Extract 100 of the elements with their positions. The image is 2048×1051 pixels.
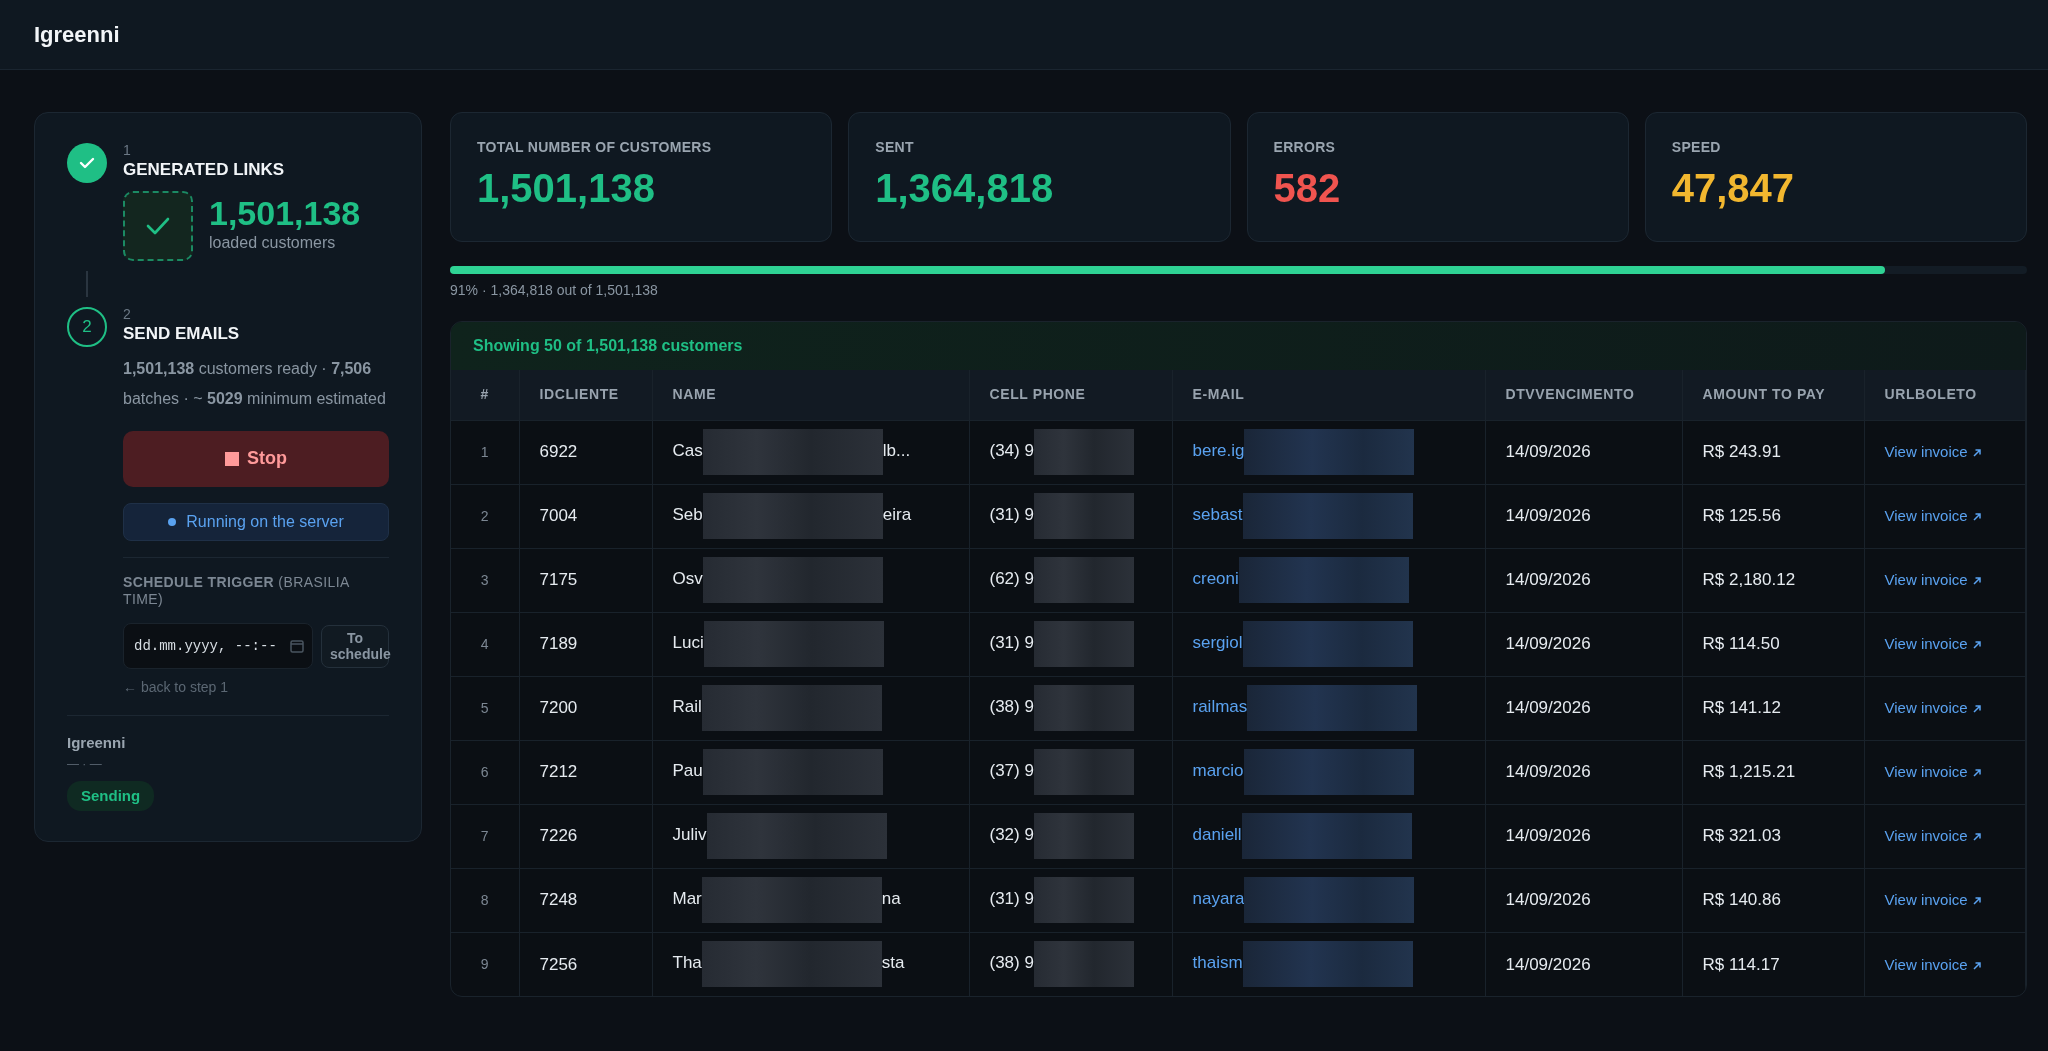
table-cell: R$ 1,215.21 xyxy=(1682,740,1864,804)
table-cell: 6 xyxy=(451,740,519,804)
count-label: loaded customers xyxy=(209,233,337,254)
table-cell: 9 xyxy=(451,932,519,996)
stat-label: ERRORS xyxy=(1273,138,1337,157)
external-link-icon xyxy=(1971,448,1982,459)
invoice-link[interactable]: View invoice xyxy=(1884,635,1982,653)
column-header: IDCLIENTE xyxy=(519,370,652,420)
table-cell: 6922 xyxy=(519,420,652,484)
table-cell: 8 xyxy=(451,868,519,932)
invoice-link[interactable]: View invoice xyxy=(1884,507,1982,525)
step-number: 2 xyxy=(67,306,107,347)
stat-value: 47,847 xyxy=(1671,165,1796,212)
table-cell: 7248 xyxy=(519,868,652,932)
phone-text: (31) 9 xyxy=(989,889,1034,909)
table-cell: 14/09/2026 xyxy=(1485,932,1682,996)
column-header: AMOUNT TO PAY xyxy=(1682,370,1864,420)
invoice-link[interactable]: View invoice xyxy=(1884,955,1982,973)
table-cell: 7175 xyxy=(519,548,652,612)
table-cell: 14/09/2026 xyxy=(1485,804,1682,868)
invoice-link[interactable]: View invoice xyxy=(1884,443,1982,461)
phone-text: (31) 9 xyxy=(989,505,1034,525)
step-title: SEND EMAILS xyxy=(123,322,241,345)
column-header: # xyxy=(451,370,519,420)
name-text: eira xyxy=(882,505,912,525)
column-header: URLBOLETO xyxy=(1864,370,2026,420)
server-status: Running on the server xyxy=(123,502,389,541)
table-cell: 14/09/2026 xyxy=(1485,676,1682,740)
table-cell: 7 xyxy=(451,804,519,868)
table-cell: 7212 xyxy=(519,740,652,804)
invoice-link[interactable]: View invoice xyxy=(1884,827,1982,845)
phone-text: (38) 9 xyxy=(989,953,1034,973)
stop-button[interactable]: Stop xyxy=(123,430,389,487)
external-link-icon xyxy=(1971,832,1982,843)
step-index: 1 xyxy=(123,143,132,157)
phone-text: (37) 9 xyxy=(989,761,1034,781)
email-text: sebast xyxy=(1192,505,1243,525)
check-tile-icon xyxy=(123,190,193,261)
table-cell: R$ 243.91 xyxy=(1682,420,1864,484)
table-cell: 14/09/2026 xyxy=(1485,740,1682,804)
email-text: daniell xyxy=(1192,825,1242,845)
invoice-link[interactable]: View invoice xyxy=(1884,891,1982,909)
table-cell: 7189 xyxy=(519,612,652,676)
table-cell: R$ 114.50 xyxy=(1682,612,1864,676)
name-text: sta xyxy=(881,953,905,973)
invoice-link[interactable]: View invoice xyxy=(1884,763,1982,781)
email-text: thaism xyxy=(1192,953,1243,973)
progress-caption: 91% · 1,364,818 out of 1,501,138 xyxy=(450,281,659,300)
name-text: Mar xyxy=(672,889,702,909)
external-link-icon xyxy=(1971,704,1982,715)
invoice-link[interactable]: View invoice xyxy=(1884,699,1982,717)
table-cell: 5 xyxy=(451,676,519,740)
phone-text: (34) 9 xyxy=(989,441,1034,461)
table-cell: 3 xyxy=(451,548,519,612)
table-cell: 4 xyxy=(451,612,519,676)
name-text: Cas xyxy=(672,441,703,461)
email-text: bere.ig xyxy=(1192,441,1245,461)
column-header: CELL PHONE xyxy=(969,370,1172,420)
loaded-count: 1,501,138 xyxy=(209,195,361,232)
table-cell: 14/09/2026 xyxy=(1485,548,1682,612)
table-cell: 7200 xyxy=(519,676,652,740)
email-text: nayara xyxy=(1192,889,1245,909)
phone-text: (38) 9 xyxy=(989,697,1034,717)
name-text: na xyxy=(881,889,901,909)
invoice-link[interactable]: View invoice xyxy=(1884,571,1982,589)
name-text: Juliv xyxy=(672,825,707,845)
table-cell: 7256 xyxy=(519,932,652,996)
stat-label: TOTAL NUMBER OF CUSTOMERS xyxy=(477,138,713,157)
name-text: Pau xyxy=(672,761,703,781)
column-header: NAME xyxy=(652,370,969,420)
name-text: Tha xyxy=(672,953,702,973)
schedule-button[interactable]: To schedule xyxy=(321,624,389,669)
table-cell: 14/09/2026 xyxy=(1485,484,1682,548)
name-text: Osv xyxy=(672,569,703,589)
datetime-field[interactable]: dd.mm.yyyy, --:-- xyxy=(123,623,313,670)
name-text: Luci xyxy=(672,633,704,653)
external-link-icon xyxy=(1971,896,1982,907)
step-title: GENERATED LINKS xyxy=(123,159,286,181)
email-text: railmas xyxy=(1192,697,1248,717)
stat-value: 582 xyxy=(1273,165,1342,212)
stat-value: 1,501,138 xyxy=(477,165,656,212)
status-badge: Sending xyxy=(67,780,155,812)
email-text: creoni xyxy=(1192,569,1239,589)
schedule-label: SCHEDULE TRIGGER (BRASILIA TIME) xyxy=(123,573,350,608)
external-link-icon xyxy=(1971,576,1982,587)
table-cell: 1 xyxy=(451,420,519,484)
column-header: DTVVENCIMENTO xyxy=(1485,370,1682,420)
table-cell: R$ 140.86 xyxy=(1682,868,1864,932)
external-link-icon xyxy=(1971,512,1982,523)
account-name: Igreenni xyxy=(67,733,127,754)
stop-icon xyxy=(225,451,239,466)
column-header: E-MAIL xyxy=(1172,370,1485,420)
table-cell: 2 xyxy=(451,484,519,548)
email-text: marcio xyxy=(1192,761,1244,781)
table-cell: R$ 125.56 xyxy=(1682,484,1864,548)
calendar-icon xyxy=(290,639,304,654)
send-summary: 1,501,138 customers ready · 7,506 batches · ~ 5029 minimum estimated xyxy=(123,359,387,410)
phone-text: (31) 9 xyxy=(989,633,1034,653)
email-text: sergiol xyxy=(1192,633,1243,653)
table-cell: R$ 321.03 xyxy=(1682,804,1864,868)
